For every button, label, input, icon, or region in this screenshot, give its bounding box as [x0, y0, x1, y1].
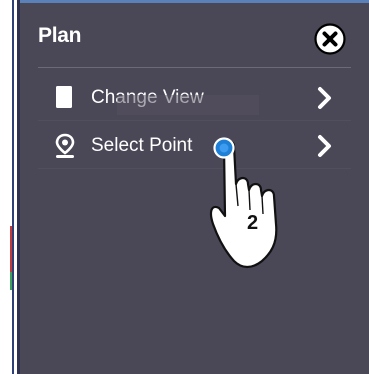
screenshot-frame: Plan Change View: [0, 0, 369, 374]
plan-panel: Plan Change View: [17, 0, 369, 374]
panel-top-border: [20, 0, 369, 3]
tap-indicator: [213, 137, 235, 159]
step-number: 2: [247, 212, 259, 234]
row-divider: [38, 120, 351, 121]
title-divider: [38, 67, 351, 68]
edge-stripe-green: [10, 272, 12, 290]
close-circle-icon: [314, 23, 346, 55]
chevron-right-icon: [314, 86, 336, 110]
menu-item-label: Select Point: [91, 135, 193, 156]
close-button[interactable]: [313, 22, 347, 56]
edge-stripe: [12, 0, 14, 374]
panel-title: Plan: [38, 24, 82, 47]
row-highlight: [117, 95, 259, 115]
page-icon: [54, 85, 76, 111]
map-pin-icon: [54, 133, 76, 159]
edge-stripe-red: [10, 226, 12, 272]
left-edge: [0, 0, 14, 374]
chevron-right-icon: [314, 134, 336, 158]
